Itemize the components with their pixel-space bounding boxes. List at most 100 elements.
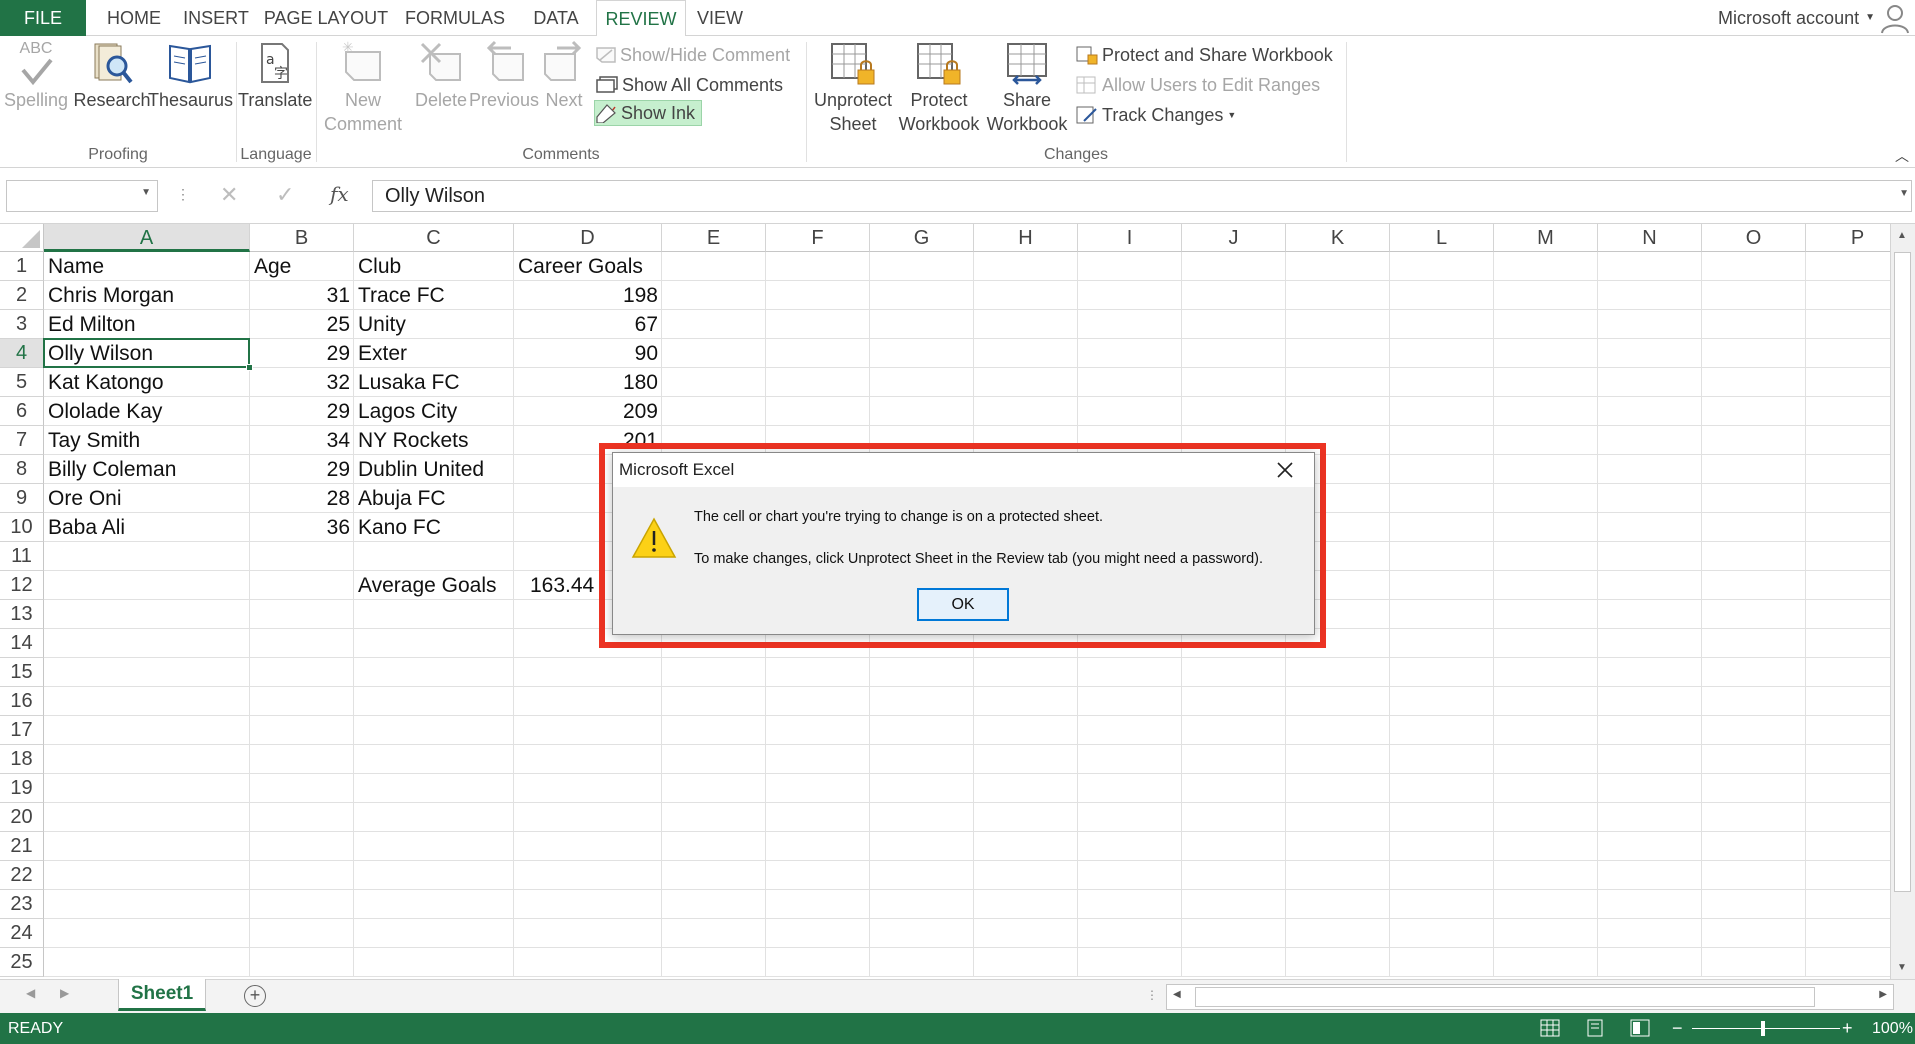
column-header-b[interactable]: B — [250, 224, 354, 252]
track-changes-button[interactable]: Track Changes ▼ — [1076, 102, 1236, 128]
column-header-a[interactable]: A — [44, 224, 250, 252]
column-header-o[interactable]: O — [1702, 224, 1806, 252]
tab-formulas[interactable]: FORMULAS — [402, 0, 508, 36]
scroll-down-icon[interactable]: ▼ — [1897, 962, 1907, 973]
row-header-20[interactable]: 20 — [0, 803, 44, 832]
row-header-6[interactable]: 6 — [0, 397, 44, 426]
cell-header-club[interactable]: Club — [354, 252, 514, 281]
row-header-14[interactable]: 14 — [0, 629, 44, 658]
formula-input[interactable]: Olly Wilson — [372, 180, 1912, 212]
allow-users-edit-ranges-button[interactable]: Allow Users to Edit Ranges — [1076, 72, 1320, 98]
translate-button[interactable]: a字 Translate — [238, 40, 312, 112]
cell-name[interactable]: Ololade Kay — [44, 397, 250, 426]
scroll-thumb[interactable] — [1894, 252, 1911, 892]
row-header-24[interactable]: 24 — [0, 919, 44, 948]
row-header-5[interactable]: 5 — [0, 368, 44, 397]
column-header-g[interactable]: G — [870, 224, 974, 252]
previous-comment-button[interactable]: Previous — [462, 40, 546, 112]
cell-average-label[interactable]: Average Goals — [354, 571, 514, 600]
row-header-8[interactable]: 8 — [0, 455, 44, 484]
scroll-right-icon[interactable]: ▶ — [1879, 989, 1887, 1000]
row-header-17[interactable]: 17 — [0, 716, 44, 745]
cell-goals[interactable]: 67 — [514, 310, 662, 339]
cell-name[interactable]: Chris Morgan — [44, 281, 250, 310]
column-header-f[interactable]: F — [766, 224, 870, 252]
add-sheet-icon[interactable]: + — [244, 985, 266, 1007]
cell-name[interactable]: Ore Oni — [44, 484, 250, 513]
cell-age[interactable]: 32 — [250, 368, 354, 397]
zoom-slider[interactable] — [1692, 1028, 1840, 1029]
row-header-1[interactable]: 1 — [0, 252, 44, 281]
vertical-scrollbar[interactable]: ▲ ▼ — [1890, 224, 1915, 979]
sheet-scroll-right-icon[interactable]: ▶ — [60, 986, 69, 1000]
collapse-ribbon-icon[interactable]: ︿ — [1895, 146, 1909, 166]
scroll-up-icon[interactable]: ▲ — [1897, 230, 1907, 241]
column-header-d[interactable]: D — [514, 224, 662, 252]
tab-home[interactable]: HOME — [92, 0, 176, 36]
page-layout-view-icon[interactable] — [1585, 1019, 1605, 1037]
cell-club[interactable]: NY Rockets — [354, 426, 514, 455]
cell-header-name[interactable]: Name — [44, 252, 250, 281]
row-header-15[interactable]: 15 — [0, 658, 44, 687]
user-avatar-icon[interactable] — [1879, 2, 1911, 34]
cell-club[interactable]: Abuja FC — [354, 484, 514, 513]
row-header-3[interactable]: 3 — [0, 310, 44, 339]
row-header-10[interactable]: 10 — [0, 513, 44, 542]
row-header-21[interactable]: 21 — [0, 832, 44, 861]
chevron-down-icon[interactable]: ▼ — [141, 187, 151, 198]
ok-button[interactable]: OK — [917, 588, 1009, 621]
new-comment-button[interactable]: ✳ New Comment — [318, 40, 408, 136]
protect-workbook-button[interactable]: Protect Workbook — [896, 40, 982, 136]
cell-goals[interactable]: 209 — [514, 397, 662, 426]
sheet-scroll-left-icon[interactable]: ◀ — [26, 986, 35, 1000]
tab-page-layout[interactable]: PAGE LAYOUT — [262, 0, 390, 36]
zoom-out-icon[interactable]: − — [1672, 1013, 1683, 1044]
cell-club[interactable]: Dublin United — [354, 455, 514, 484]
column-header-j[interactable]: J — [1182, 224, 1286, 252]
column-header-h[interactable]: H — [974, 224, 1078, 252]
tab-splitter-icon[interactable]: ⋮ — [1146, 988, 1158, 1002]
next-comment-button[interactable]: Next — [536, 40, 592, 112]
column-header-k[interactable]: K — [1286, 224, 1390, 252]
cell-name[interactable]: Billy Coleman — [44, 455, 250, 484]
cell-club[interactable]: Exter — [354, 339, 514, 368]
row-header-11[interactable]: 11 — [0, 542, 44, 571]
column-header-l[interactable]: L — [1390, 224, 1494, 252]
show-hide-comment-button[interactable]: Show/Hide Comment — [596, 42, 790, 68]
enter-icon[interactable]: ✓ — [276, 182, 294, 208]
cell-age[interactable]: 36 — [250, 513, 354, 542]
row-header-7[interactable]: 7 — [0, 426, 44, 455]
cell-goals[interactable]: 90 — [514, 339, 662, 368]
cell-age[interactable]: 25 — [250, 310, 354, 339]
tab-insert[interactable]: INSERT — [176, 0, 256, 36]
cell-club[interactable]: Lusaka FC — [354, 368, 514, 397]
cell-age[interactable]: 29 — [250, 455, 354, 484]
fill-handle[interactable] — [246, 364, 253, 371]
row-header-18[interactable]: 18 — [0, 745, 44, 774]
cell-age[interactable]: 34 — [250, 426, 354, 455]
row-header-19[interactable]: 19 — [0, 774, 44, 803]
share-workbook-button[interactable]: Share Workbook — [984, 40, 1070, 136]
column-header-e[interactable]: E — [662, 224, 766, 252]
column-header-n[interactable]: N — [1598, 224, 1702, 252]
cell-name[interactable]: Ed Milton — [44, 310, 250, 339]
row-header-13[interactable]: 13 — [0, 600, 44, 629]
cell-goals[interactable]: 198 — [514, 281, 662, 310]
cell-club[interactable]: Unity — [354, 310, 514, 339]
tab-data[interactable]: DATA — [520, 0, 592, 36]
row-header-4[interactable]: 4 — [0, 339, 44, 368]
cell-name[interactable]: Kat Katongo — [44, 368, 250, 397]
cell-header-age[interactable]: Age — [250, 252, 354, 281]
tab-review[interactable]: REVIEW — [596, 0, 686, 37]
cell-name[interactable]: Baba Ali — [44, 513, 250, 542]
cell-age[interactable]: 28 — [250, 484, 354, 513]
page-break-view-icon[interactable] — [1630, 1019, 1650, 1037]
tab-view[interactable]: VIEW — [690, 0, 750, 36]
tab-file[interactable]: FILE — [0, 0, 86, 36]
column-header-c[interactable]: C — [354, 224, 514, 252]
normal-view-icon[interactable] — [1540, 1019, 1560, 1037]
research-button[interactable]: Research — [72, 40, 152, 112]
show-ink-button[interactable]: Show Ink — [594, 100, 703, 126]
cell-age[interactable]: 29 — [250, 397, 354, 426]
row-header-2[interactable]: 2 — [0, 281, 44, 310]
